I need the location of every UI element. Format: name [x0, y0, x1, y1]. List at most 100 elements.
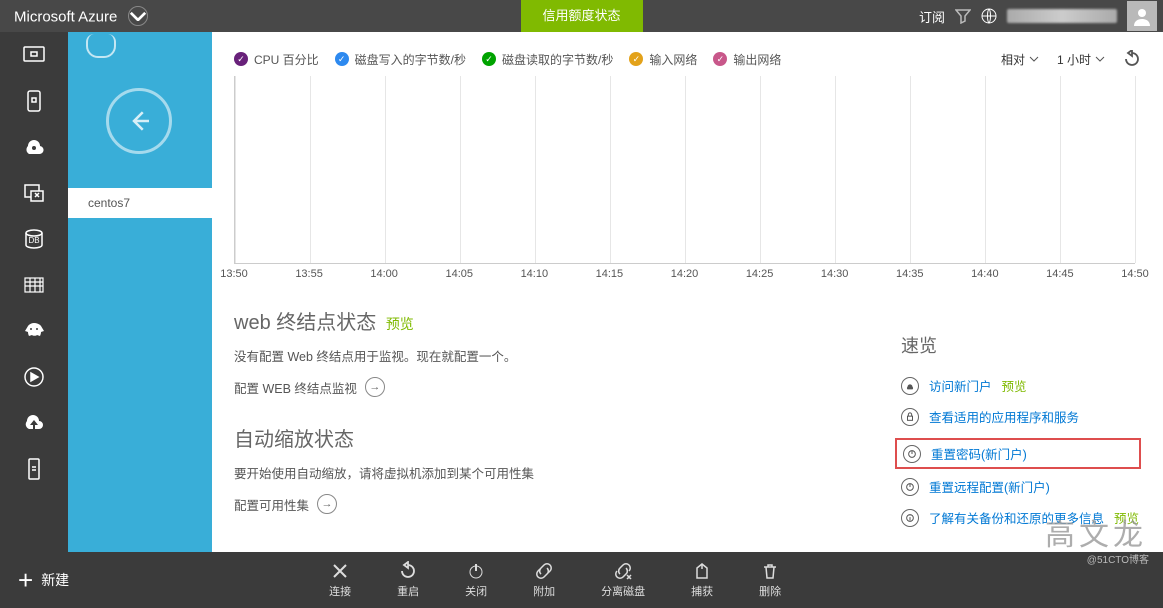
action-label: 分离磁盘	[601, 583, 645, 599]
power-icon	[903, 445, 921, 463]
action-label: 连接	[329, 583, 351, 599]
metrics-chart[interactable]	[234, 76, 1135, 264]
metric-net-out[interactable]: ✓ 输出网络	[713, 51, 781, 68]
top-header: Microsoft Azure 信用额度状态 订阅	[0, 0, 1163, 32]
rail-item-2[interactable]	[0, 124, 68, 170]
brand-text: Microsoft Azure	[14, 8, 117, 25]
quick-link-reset-password[interactable]: 重置密码(新门户)	[895, 438, 1141, 469]
rail-item-9[interactable]	[0, 446, 68, 492]
toolbar-connect[interactable]: 连接	[329, 561, 351, 599]
quick-link-new-portal[interactable]: 访问新门户 预览	[901, 376, 1141, 395]
title-text: web 终结点状态	[234, 312, 376, 334]
metric-net-in[interactable]: ✓ 输入网络	[629, 51, 697, 68]
chart-x-axis: 13:5013:5514:0014:0514:1014:1514:2014:25…	[234, 268, 1135, 288]
x-tick: 14:05	[445, 268, 473, 280]
toolbar-delete[interactable]: 删除	[759, 561, 781, 599]
quick-title: 速览	[901, 332, 1141, 358]
x-tick: 14:50	[1121, 268, 1149, 280]
subscribe-link[interactable]: 订阅	[919, 7, 945, 26]
action-label: 附加	[533, 583, 555, 599]
metric-disk-read[interactable]: ✓磁盘读取的字节数/秒	[482, 51, 613, 68]
x-tick: 13:55	[295, 268, 323, 280]
teal-top-icon	[86, 34, 116, 58]
x-tick: 14:25	[746, 268, 774, 280]
metric-disk-write[interactable]: ✓ 磁盘写入的字节数/秒	[335, 51, 466, 68]
new-button[interactable]: + 新建	[0, 552, 87, 608]
check-icon: ✓	[482, 52, 496, 66]
action-label: 重启	[397, 583, 419, 599]
x-tick: 14:45	[1046, 268, 1074, 280]
metric-label: 输入网络	[649, 51, 697, 68]
rail-item-1[interactable]	[0, 78, 68, 124]
autoscale-title: 自动缩放状态	[234, 423, 834, 452]
metric-label: 输出网络	[733, 51, 781, 68]
main-content: ✓ CPU 百分比 ✓ 磁盘写入的字节数/秒 ✓磁盘读取的字节数/秒 ✓ 输入网络 ✓…	[212, 32, 1163, 552]
metrics-controls: 相对 1 小时	[1001, 50, 1141, 68]
check-icon: ✓	[234, 52, 248, 66]
metric-label: CPU 百分比	[254, 51, 319, 68]
quick-link-reset-remote[interactable]: 重置远程配置(新门户)	[901, 477, 1141, 496]
secondary-nav: centos7	[68, 32, 212, 552]
web-endpoint-title: web 终结点状态 预览	[234, 306, 834, 335]
quick-glance: 速览 访问新门户 预览 查看适用的应用程序和服务 重置密码(新门户) 重置远程配…	[901, 332, 1141, 539]
range-mode-label: 相对	[1001, 51, 1025, 68]
rail-item-7[interactable]	[0, 354, 68, 400]
web-endpoint-body: 没有配置 Web 终结点用于监视。现在就配置一个。	[234, 347, 834, 367]
user-avatar[interactable]	[1127, 1, 1157, 31]
back-button[interactable]	[106, 88, 172, 154]
x-tick: 14:00	[370, 268, 398, 280]
rail-item-3[interactable]	[0, 170, 68, 216]
globe-icon[interactable]	[981, 8, 997, 24]
arrow-right-icon: →	[317, 494, 337, 514]
range-value-dropdown[interactable]: 1 小时	[1057, 51, 1105, 68]
toolbar-attach[interactable]: 附加	[533, 561, 555, 599]
range-mode-dropdown[interactable]: 相对	[1001, 51, 1039, 68]
check-icon: ✓	[335, 52, 349, 66]
metric-label: 磁盘写入的字节数/秒	[355, 51, 466, 68]
x-tick: 13:50	[220, 268, 248, 280]
arrow-right-icon: →	[365, 377, 385, 397]
refresh-icon[interactable]	[1123, 50, 1141, 68]
check-icon: ✓	[713, 52, 727, 66]
credit-status-button[interactable]: 信用额度状态	[520, 0, 642, 32]
toolbar-shutdown[interactable]: 关闭	[465, 561, 487, 599]
link-text: 重置密码(新门户)	[931, 444, 1027, 463]
check-icon: ✓	[629, 52, 643, 66]
link-text: 查看适用的应用程序和服务	[929, 407, 1079, 426]
new-label: 新建	[41, 570, 69, 590]
preview-badge: 预览	[386, 316, 414, 332]
x-tick: 14:40	[971, 268, 999, 280]
toolbar-restart[interactable]: 重启	[397, 561, 419, 599]
configure-web-endpoint-link[interactable]: 配置 WEB 终结点监视 →	[234, 377, 834, 397]
action-label: 捕获	[691, 583, 713, 599]
quick-link-apps[interactable]: 查看适用的应用程序和服务	[901, 407, 1141, 426]
configure-availability-set-link[interactable]: 配置可用性集 →	[234, 494, 834, 514]
x-tick: 14:20	[671, 268, 699, 280]
x-tick: 14:15	[596, 268, 624, 280]
brand-chevron-icon[interactable]	[128, 6, 148, 26]
toolbar-detach-disk[interactable]: 分离磁盘	[601, 561, 645, 599]
rail-item-6[interactable]	[0, 308, 68, 354]
preview-badge: 预览	[1002, 376, 1027, 395]
range-value-label: 1 小时	[1057, 51, 1091, 68]
toolbar-capture[interactable]: 捕获	[691, 561, 713, 599]
link-text: 配置 WEB 终结点监视	[234, 378, 357, 397]
metric-cpu[interactable]: ✓ CPU 百分比	[234, 51, 319, 68]
cloud-icon	[901, 377, 919, 395]
rail-item-8[interactable]	[0, 400, 68, 446]
rail-item-5[interactable]	[0, 262, 68, 308]
brand[interactable]: Microsoft Azure	[0, 6, 162, 26]
rail-item-4[interactable]: DB	[0, 216, 68, 262]
user-email	[1007, 9, 1117, 23]
metrics-legend: ✓ CPU 百分比 ✓ 磁盘写入的字节数/秒 ✓磁盘读取的字节数/秒 ✓ 输入网络 ✓…	[234, 50, 1141, 68]
action-label: 关闭	[465, 583, 487, 599]
quick-link-backup-info[interactable]: 了解有关备份和还原的更多信息 预览	[901, 508, 1141, 527]
left-rail: DB	[0, 32, 68, 552]
toolbar-actions: 连接 重启 关闭 附加 分离磁盘 捕获 删除	[87, 561, 1023, 599]
power-icon	[901, 478, 919, 496]
info-icon	[901, 509, 919, 527]
vm-tab-centos7[interactable]: centos7	[68, 188, 226, 218]
rail-item-0[interactable]	[0, 32, 68, 78]
filter-icon[interactable]	[955, 8, 971, 24]
x-tick: 14:10	[521, 268, 549, 280]
